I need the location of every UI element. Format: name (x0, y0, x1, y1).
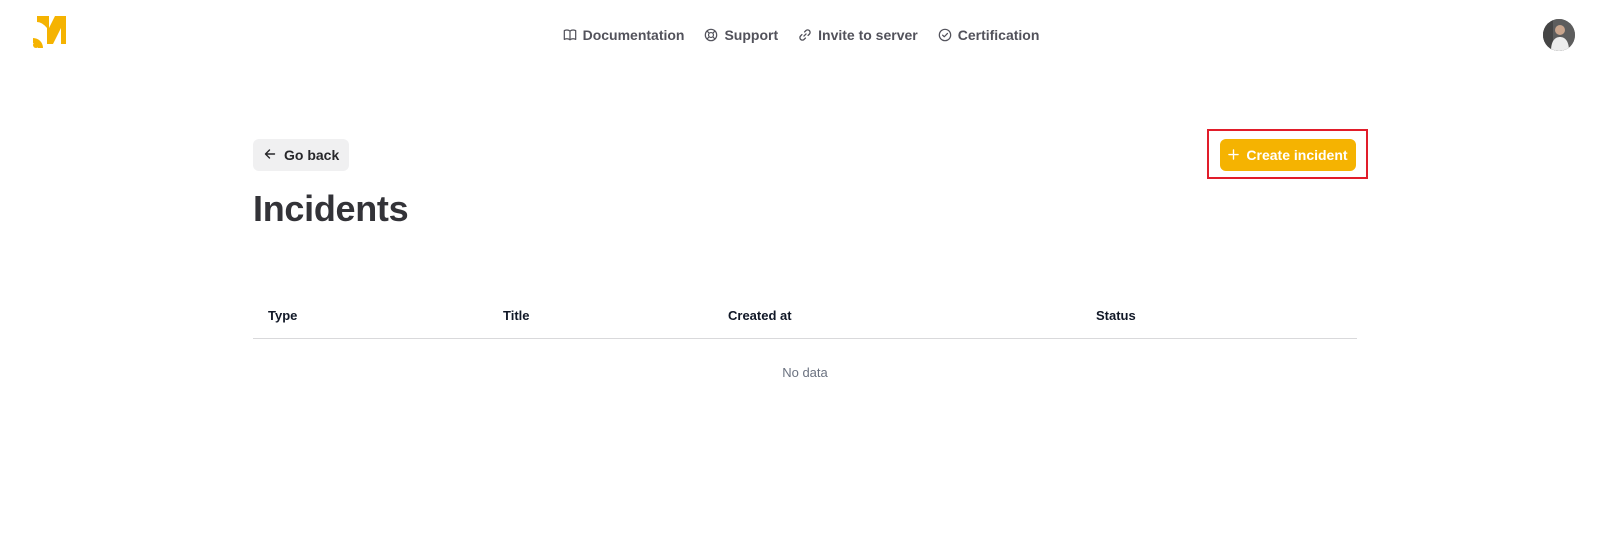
table-header: Type Title Created at Status (253, 300, 1357, 339)
column-header-status[interactable]: Status (1096, 308, 1136, 323)
nav-item-label: Certification (957, 27, 1040, 43)
nav-item-label: Invite to server (818, 27, 918, 43)
incidents-table: Type Title Created at Status No data (253, 300, 1357, 380)
plus-icon (1228, 147, 1240, 163)
column-header-created-at[interactable]: Created at (728, 308, 792, 323)
nav-item-invite-to-server[interactable]: Invite to server (798, 27, 918, 43)
nav-item-label: Support (724, 27, 779, 43)
user-avatar-icon[interactable] (1543, 19, 1575, 51)
nav-item-certification[interactable]: Certification (938, 27, 1040, 43)
column-header-type[interactable]: Type (268, 308, 297, 323)
go-back-label: Go back (284, 147, 340, 163)
create-incident-button[interactable]: Create incident (1220, 139, 1356, 171)
create-incident-label: Create incident (1246, 147, 1348, 163)
page-title: Incidents (253, 188, 409, 229)
link-icon (798, 28, 812, 42)
go-back-button[interactable]: Go back (253, 139, 350, 171)
book-open-icon (563, 28, 577, 42)
check-circle-icon (938, 28, 952, 42)
top-navigation: Documentation Support Invite to server C… (0, 24, 1602, 46)
nav-item-support[interactable]: Support (704, 27, 778, 43)
lifebuoy-icon (704, 28, 718, 42)
arrow-left-icon (264, 147, 276, 163)
nav-item-documentation[interactable]: Documentation (563, 27, 685, 43)
nav-item-label: Documentation (582, 27, 685, 43)
column-header-title[interactable]: Title (503, 308, 530, 323)
empty-state-text: No data (782, 365, 828, 380)
